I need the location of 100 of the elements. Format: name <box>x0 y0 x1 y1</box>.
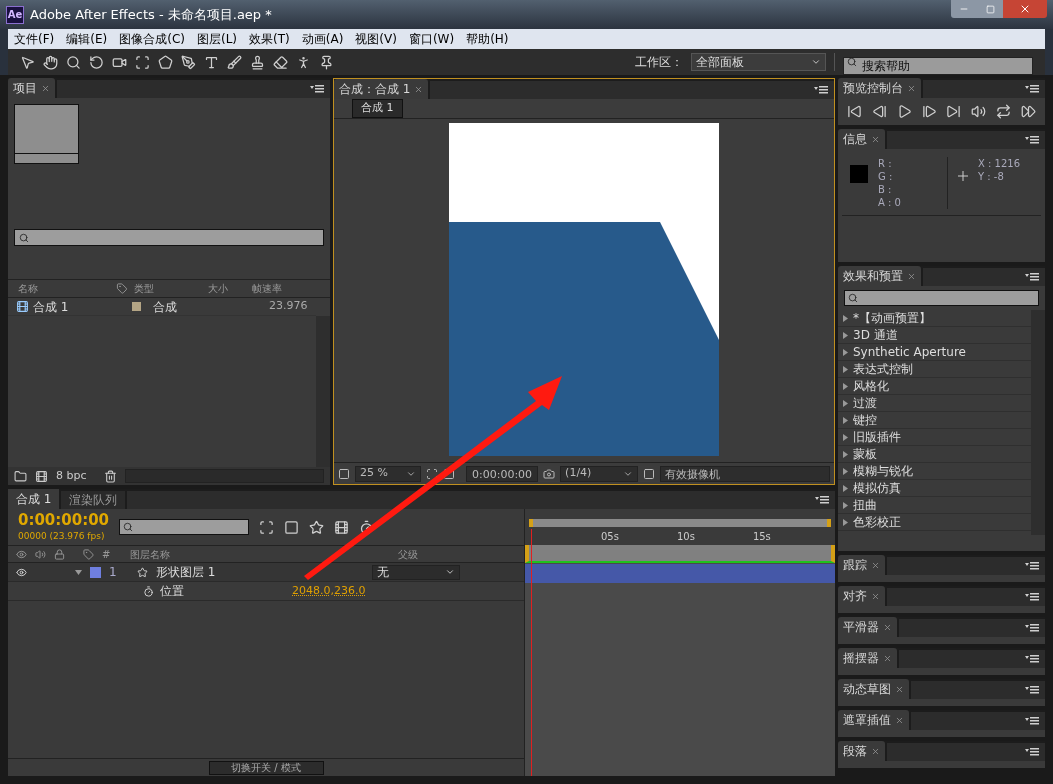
menu-item[interactable]: 编辑(E) <box>66 30 108 48</box>
parent-dropdown[interactable]: 无 <box>372 564 460 580</box>
shape-icon[interactable] <box>158 54 173 70</box>
panel-tab[interactable]: 遮罩插值 <box>838 710 909 730</box>
pin-icon[interactable] <box>319 54 334 70</box>
panel-menu-icon[interactable] <box>310 85 324 93</box>
panel-tab[interactable]: 项目 <box>8 78 55 98</box>
panel-tab[interactable]: 摇摆器 <box>838 648 897 668</box>
region-icon[interactable] <box>643 467 656 480</box>
scrollbar[interactable] <box>1031 310 1045 535</box>
panel-menu-icon[interactable] <box>1025 717 1039 725</box>
menu-item[interactable]: 图层(L) <box>196 30 238 48</box>
column-label[interactable]: 帧速率 <box>252 281 292 296</box>
brush-icon[interactable] <box>227 54 242 70</box>
expand-arrow-icon[interactable] <box>842 484 849 492</box>
loop-icon[interactable] <box>996 104 1012 119</box>
close-icon[interactable] <box>895 684 904 694</box>
folder-icon[interactable] <box>14 469 27 483</box>
layer-name[interactable]: 形状图层 1 <box>156 563 364 581</box>
expand-arrow-icon[interactable] <box>842 467 849 475</box>
label-icon[interactable] <box>114 283 130 294</box>
effect-category[interactable]: 色彩校正 <box>838 514 1031 531</box>
close-icon[interactable] <box>883 653 892 663</box>
menu-item[interactable]: 窗口(W) <box>408 30 455 48</box>
effect-category[interactable]: 旧版插件 <box>838 429 1031 446</box>
zoom-dropdown[interactable]: 25 % <box>355 465 421 482</box>
menu-item[interactable]: 视图(V) <box>355 30 397 48</box>
panel-tab[interactable]: 效果和预置 <box>838 266 921 286</box>
next-frame-icon[interactable] <box>921 104 937 119</box>
play-icon[interactable] <box>896 104 912 119</box>
effect-category[interactable]: 表达式控制 <box>838 361 1031 378</box>
panel-menu-icon[interactable] <box>1025 593 1039 601</box>
panel-tab[interactable]: 信息 <box>838 129 885 149</box>
pen-icon[interactable] <box>181 54 196 70</box>
panel-menu-icon[interactable] <box>814 86 828 94</box>
breadcrumb[interactable]: 合成 1 <box>352 99 403 118</box>
menu-item[interactable]: 文件(F) <box>14 30 55 48</box>
type-icon[interactable] <box>204 54 219 70</box>
effect-category[interactable]: 过渡 <box>838 395 1031 412</box>
expand-arrow-icon[interactable] <box>842 314 849 322</box>
effect-category[interactable]: 蒙板 <box>838 446 1031 463</box>
property-value[interactable]: 2048.0,236.0 <box>292 582 366 600</box>
eye-icon[interactable] <box>16 566 27 578</box>
stamp-icon[interactable] <box>250 54 265 70</box>
composition-icon[interactable] <box>35 469 48 483</box>
expand-arrow-icon[interactable] <box>842 382 849 390</box>
current-time[interactable]: 0:00:00:00 <box>18 510 110 530</box>
menu-item[interactable]: 动画(A) <box>301 30 344 48</box>
panel-menu-icon[interactable] <box>1025 273 1039 281</box>
panel-tab[interactable]: 动态草图 <box>838 679 909 699</box>
help-search-field[interactable]: 搜索帮助 <box>843 57 1033 75</box>
effect-category[interactable]: 风格化 <box>838 378 1031 395</box>
panel-menu-icon[interactable] <box>1025 655 1039 663</box>
menu-item[interactable]: 图像合成(C) <box>119 30 185 48</box>
effect-category[interactable]: 3D 通道 <box>838 327 1031 344</box>
expand-arrow-icon[interactable] <box>842 331 849 339</box>
panel-tab[interactable]: 段落 <box>838 741 885 761</box>
effect-category[interactable]: 模拟仿真 <box>838 480 1031 497</box>
first-frame-icon[interactable] <box>846 104 862 119</box>
effect-category[interactable]: *【动画预置】 <box>838 310 1031 327</box>
pointer-icon[interactable] <box>20 54 35 70</box>
snapshot-icon[interactable] <box>543 467 556 480</box>
close-icon[interactable] <box>907 271 916 281</box>
panel-tab[interactable]: 跟踪 <box>838 555 885 575</box>
effect-category[interactable]: 模糊与锐化 <box>838 463 1031 480</box>
trash-icon[interactable] <box>104 469 117 483</box>
expand-arrow-icon[interactable] <box>842 348 849 356</box>
timeline-tab[interactable]: 合成 1 <box>8 489 60 509</box>
panel-tab[interactable]: 预览控制台 <box>838 78 921 98</box>
switch-mode-button[interactable]: 切换开关 / 模式 <box>208 760 324 775</box>
timecode-field[interactable]: 0:00:00:00 <box>466 465 539 482</box>
close-icon[interactable] <box>883 622 892 632</box>
menu-item[interactable]: 帮助(H) <box>466 30 509 48</box>
scrollbar[interactable] <box>316 316 330 467</box>
panel-menu-icon[interactable] <box>1025 624 1039 632</box>
timeline-tab[interactable]: 渲染队列 <box>61 491 126 509</box>
rotate-icon[interactable] <box>89 54 104 70</box>
column-label[interactable]: 类型 <box>134 281 204 296</box>
close-icon[interactable] <box>414 84 424 94</box>
panel-tab[interactable]: 合成：合成 1 <box>334 79 429 99</box>
close-icon[interactable] <box>871 560 880 570</box>
expand-arrow-icon[interactable] <box>842 399 849 407</box>
camera-dropdown[interactable]: 有效摄像机 <box>660 465 830 482</box>
project-search-field[interactable] <box>14 229 324 246</box>
effect-category[interactable]: Synthetic Aperture <box>838 344 1031 361</box>
close-icon[interactable] <box>871 591 880 601</box>
expand-arrow-icon[interactable] <box>842 365 849 373</box>
panel-menu-icon[interactable] <box>1025 562 1039 570</box>
effect-category[interactable]: 键控 <box>838 412 1031 429</box>
region-icon[interactable] <box>338 467 350 480</box>
panel-menu-icon[interactable] <box>1025 136 1039 144</box>
expand-arrow-icon[interactable] <box>842 501 849 509</box>
expand-arrow-icon[interactable] <box>842 433 849 441</box>
project-row[interactable]: 合成 1 合成 23.976 <box>8 298 316 316</box>
expand-arrow-icon[interactable] <box>75 568 82 576</box>
menu-item[interactable]: 效果(T) <box>249 30 290 48</box>
close-icon[interactable] <box>41 83 50 93</box>
expand-arrow-icon[interactable] <box>842 450 849 458</box>
panel-menu-icon[interactable] <box>815 496 829 504</box>
column-label[interactable]: 大小 <box>208 281 248 296</box>
